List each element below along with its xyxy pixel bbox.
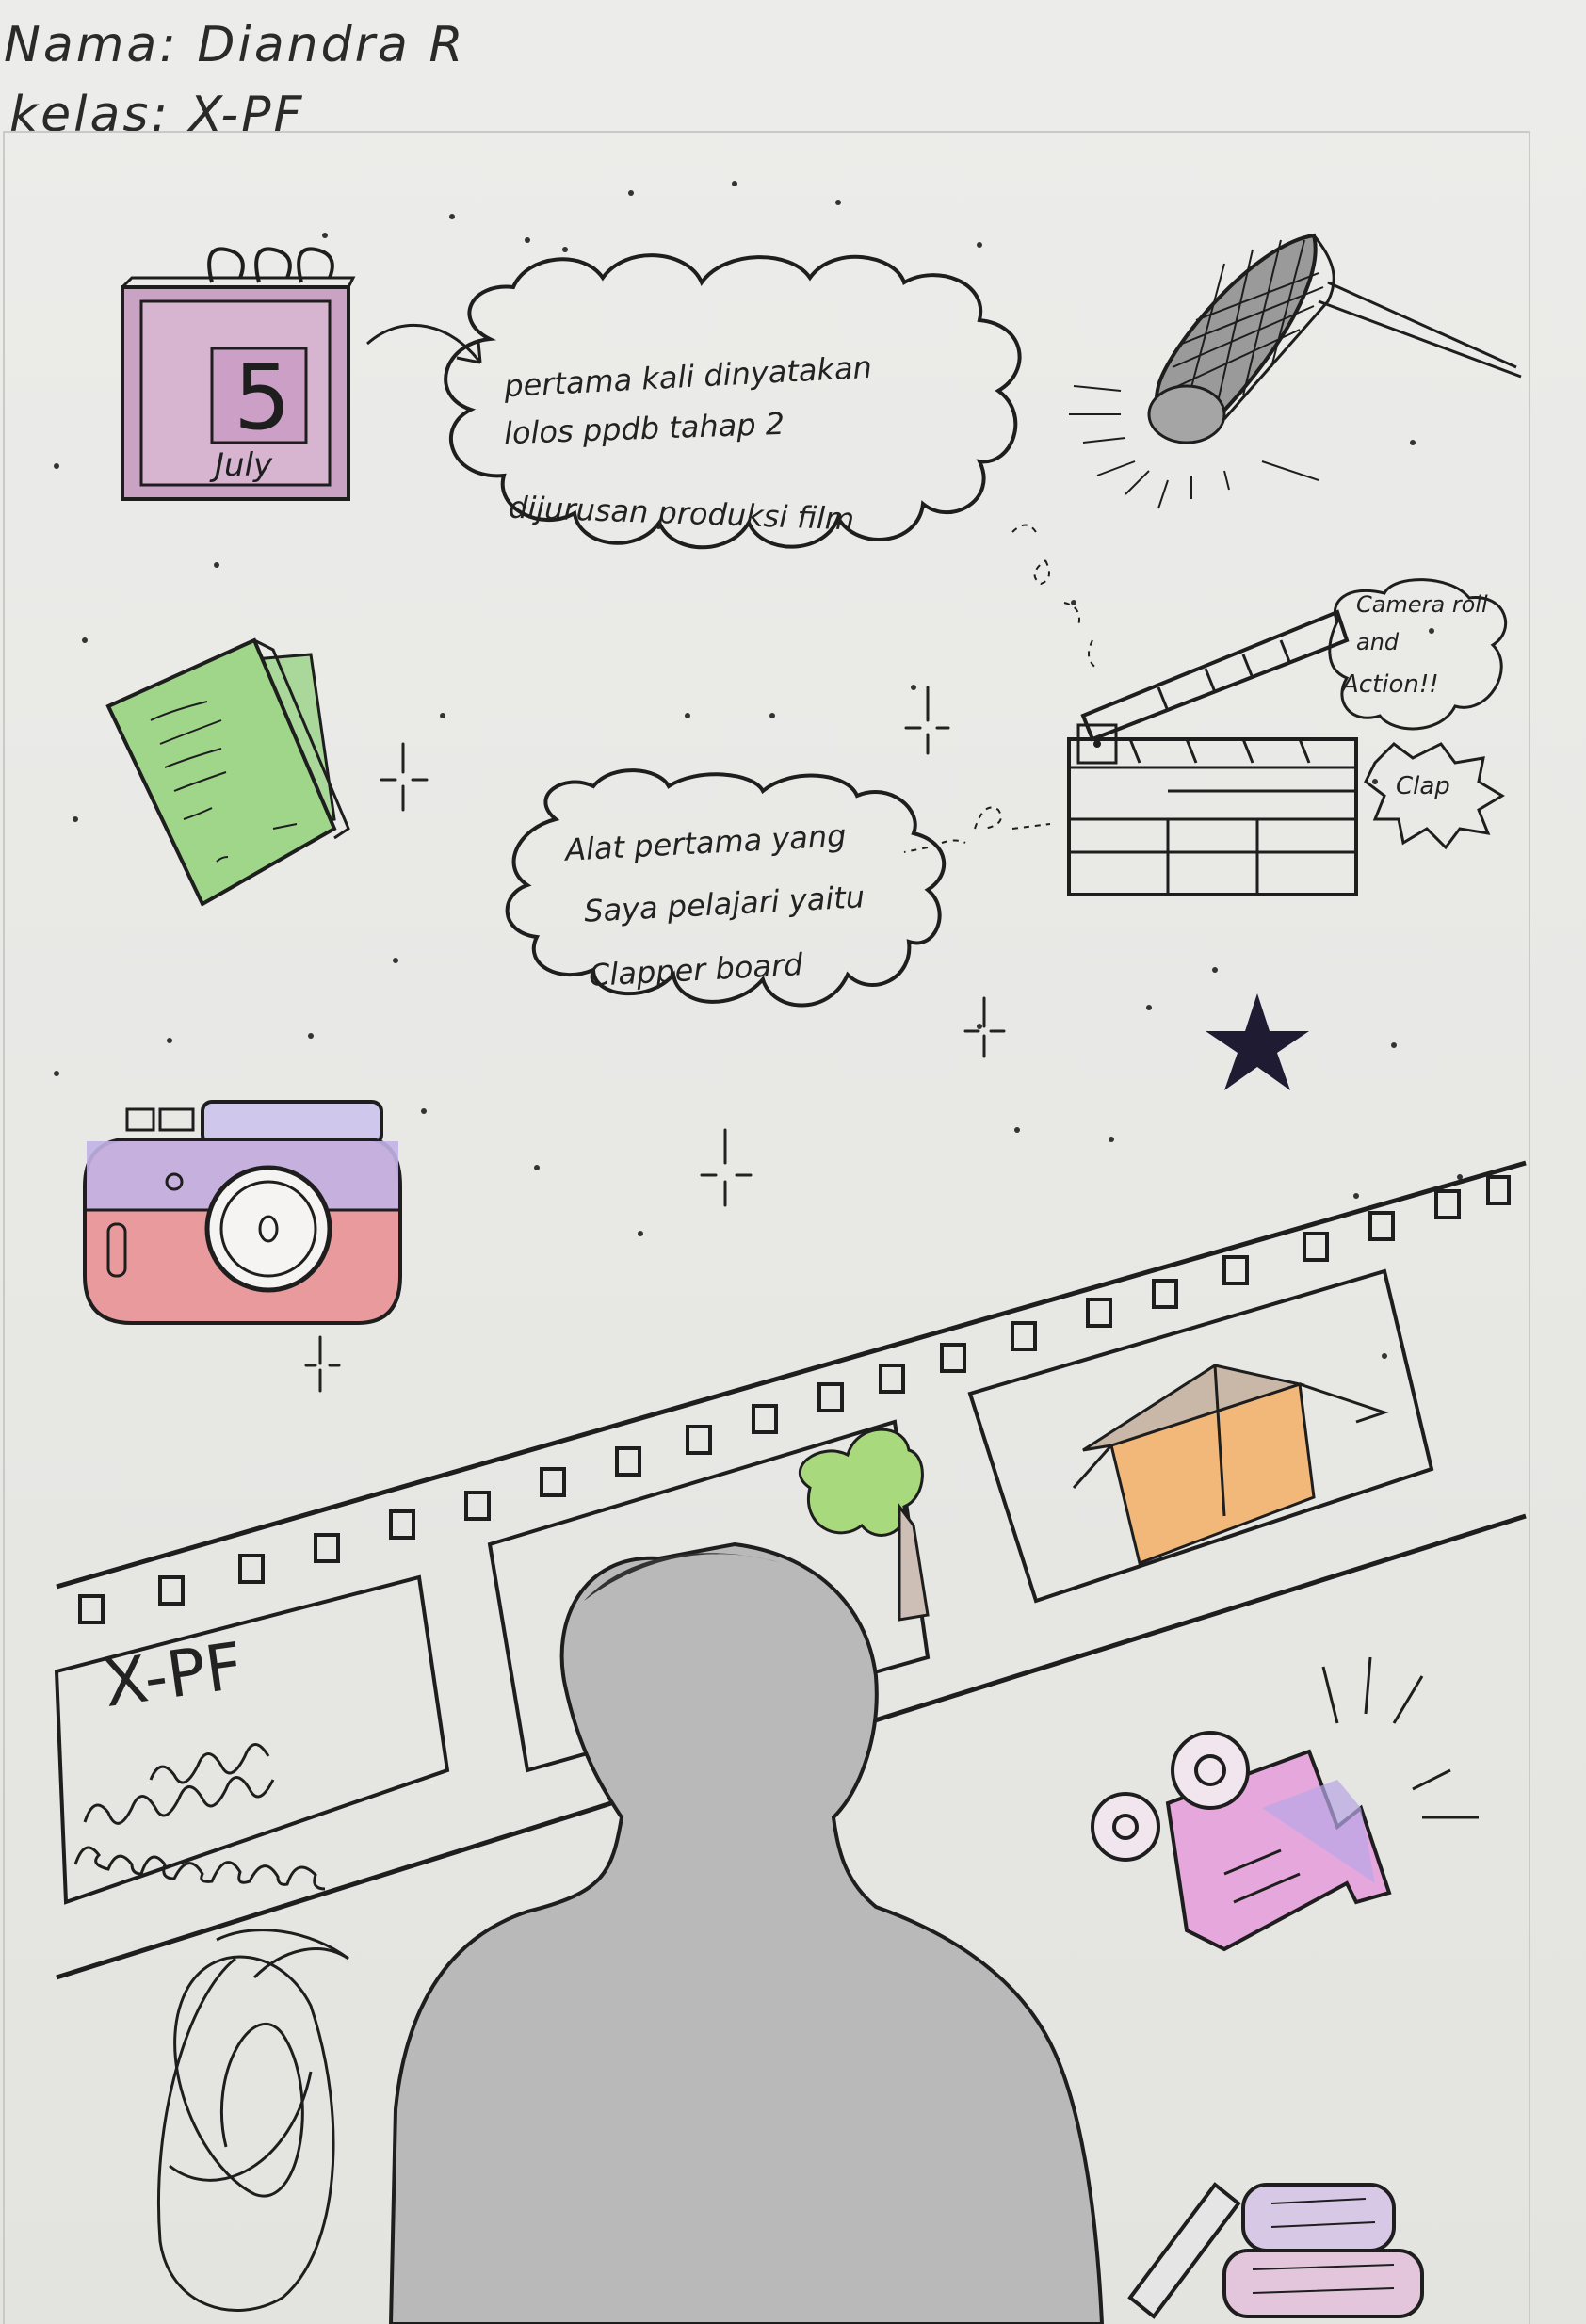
calendar-day: 5 <box>234 345 291 450</box>
arrow-icon <box>366 323 482 364</box>
microphone-icon <box>1069 233 1522 509</box>
book-icon <box>105 637 350 907</box>
callout-line-3: Action!! <box>1342 670 1439 699</box>
calendar-month: July <box>209 446 273 484</box>
scribble-mark <box>156 1929 349 2312</box>
camera-icon <box>83 1100 402 1325</box>
film-rolls-icon <box>1127 2182 1424 2319</box>
person-silhouette <box>388 1541 1105 2324</box>
box-icon <box>1072 1364 1389 1566</box>
sparkle-icons <box>304 686 1006 1393</box>
dotted-connector <box>1011 524 1098 670</box>
star-icon <box>1206 993 1309 1090</box>
audience-drawing <box>73 1743 326 1891</box>
callout-line-2: and <box>1356 629 1400 655</box>
bubble-one-line-2: lolos ppdb tahap 2 <box>503 405 785 452</box>
dotted-connector-two <box>903 806 1051 853</box>
callout-line-1: Camera roll <box>1356 591 1488 618</box>
projector-icon <box>1091 1656 1479 1952</box>
clap-label: Clap <box>1396 772 1450 800</box>
clapperboard-icon <box>1067 609 1358 896</box>
